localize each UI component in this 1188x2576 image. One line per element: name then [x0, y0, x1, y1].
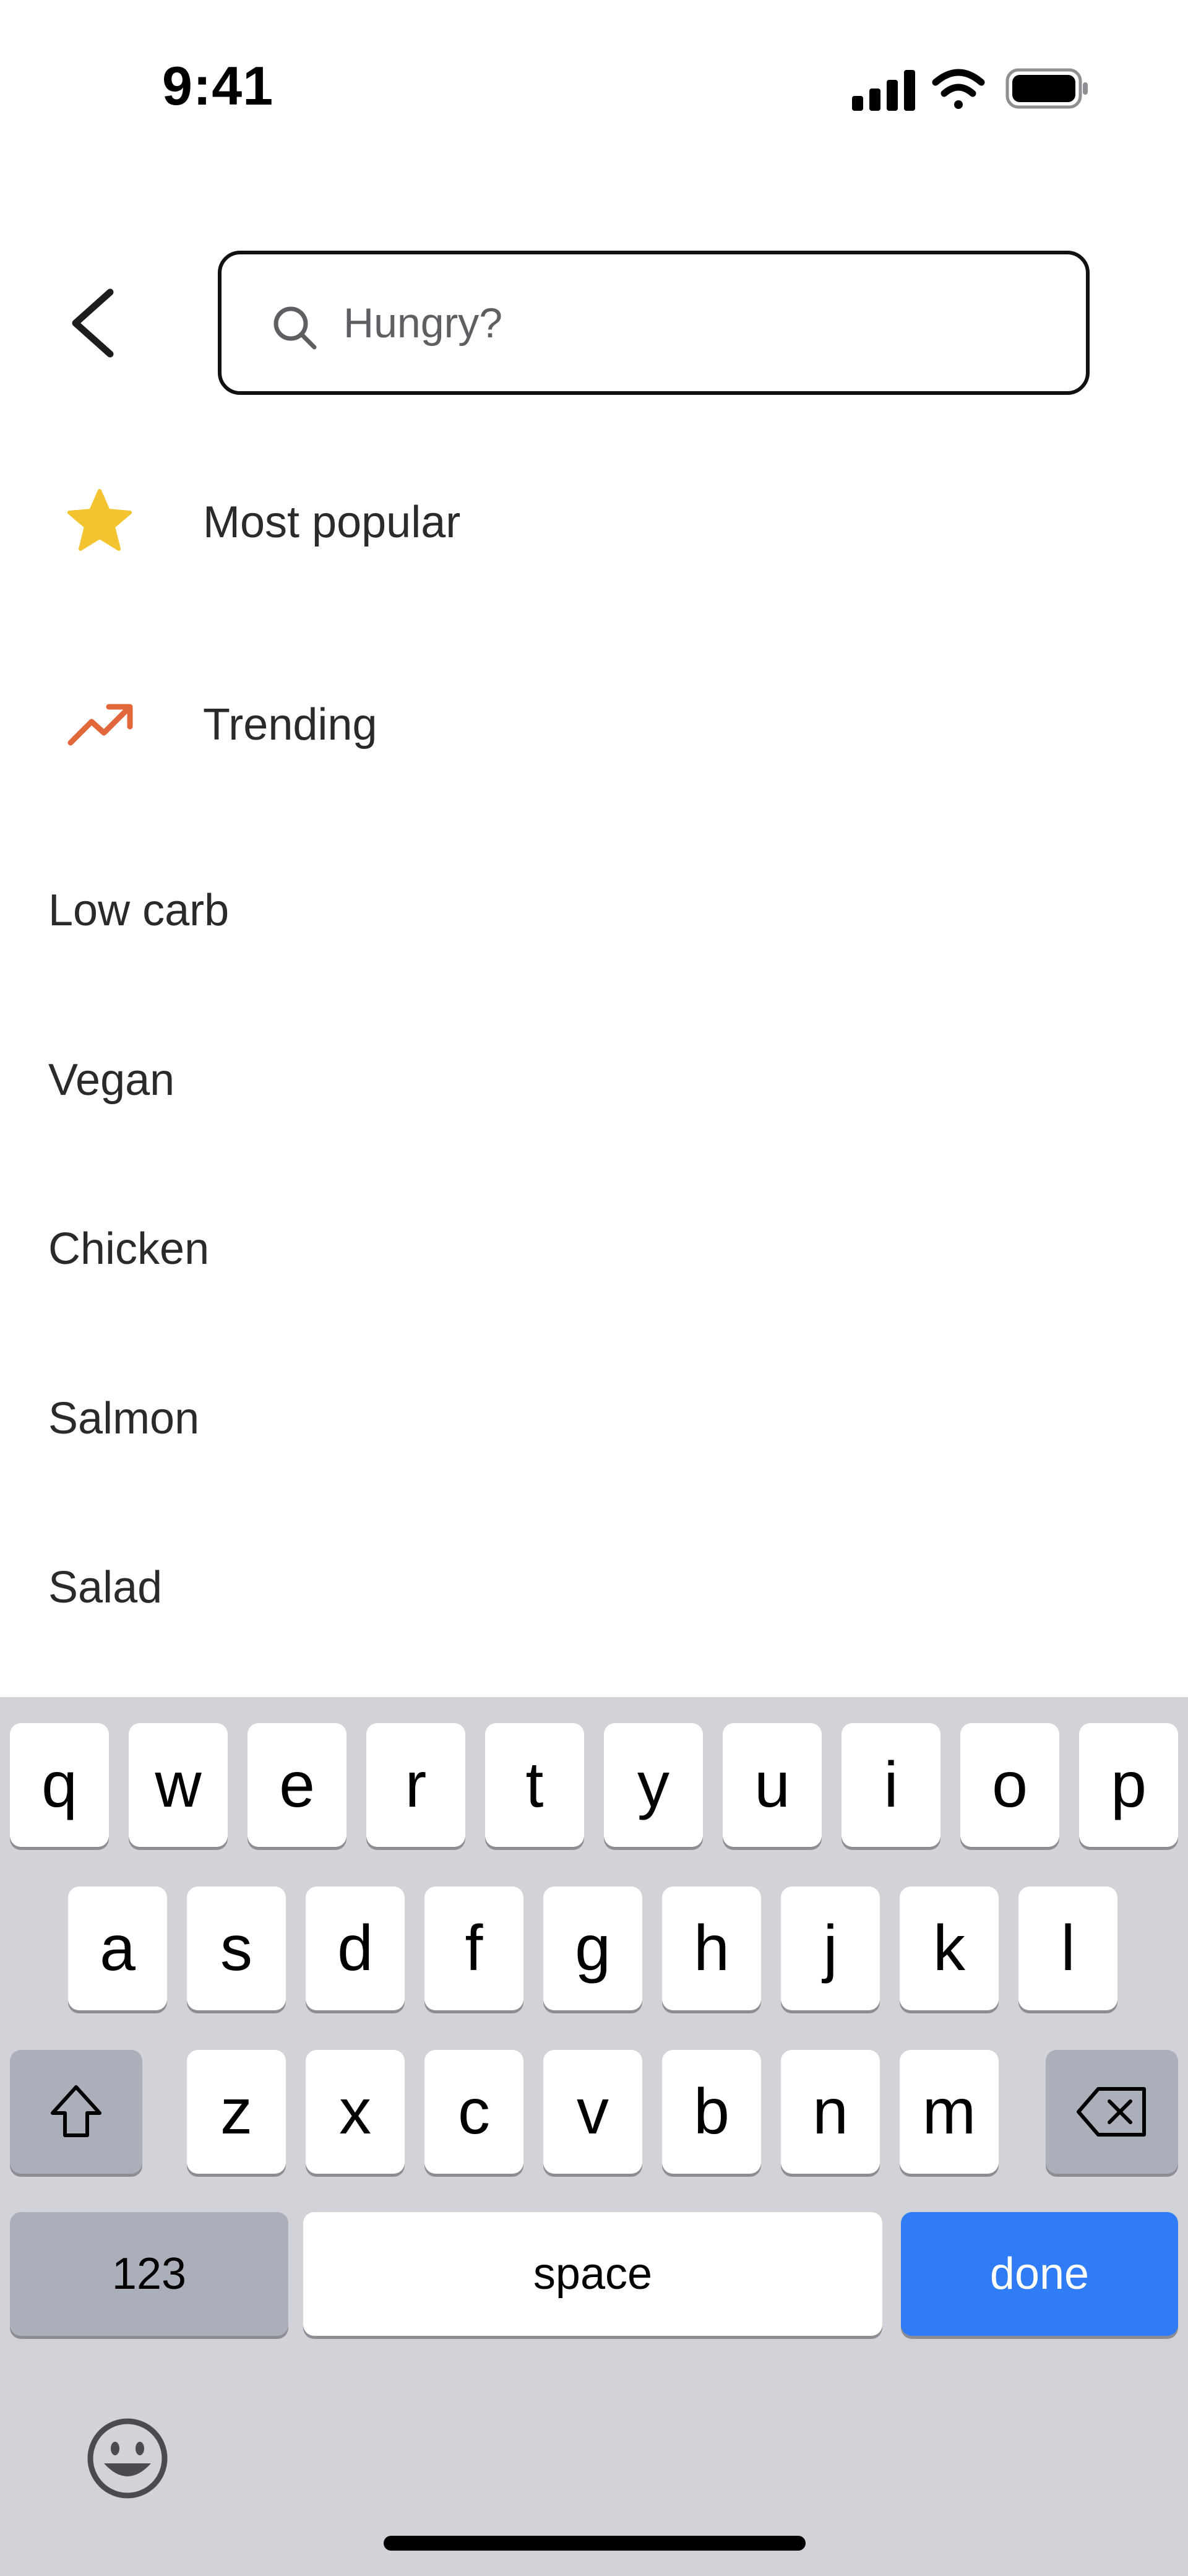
- key-k[interactable]: k: [900, 1887, 999, 2010]
- done-key[interactable]: done: [901, 2212, 1178, 2336]
- emoji-icon: [87, 2418, 168, 2499]
- star-icon: [67, 489, 132, 551]
- status-icons: [852, 68, 1088, 111]
- suggestion-label: Salad: [48, 1563, 163, 1612]
- suggestion-label: Trending: [203, 700, 377, 750]
- suggestion-salmon[interactable]: Salmon: [0, 1357, 1188, 1481]
- key-s[interactable]: s: [187, 1887, 286, 2010]
- wifi-icon: [932, 69, 985, 109]
- backspace-icon: [1077, 2087, 1146, 2137]
- key-y[interactable]: y: [604, 1723, 703, 1847]
- suggestion-label: Vegan: [48, 1055, 175, 1105]
- key-e[interactable]: e: [248, 1723, 346, 1847]
- suggestion-label: Salmon: [48, 1394, 200, 1443]
- suggestion-label: Most popular: [203, 498, 461, 547]
- key-u[interactable]: u: [723, 1723, 822, 1847]
- key-o[interactable]: o: [960, 1723, 1059, 1847]
- keyboard: q w e r t y u i o p a s d f g h j k l z …: [0, 1697, 1188, 2576]
- key-q[interactable]: q: [10, 1723, 109, 1847]
- key-p[interactable]: p: [1079, 1723, 1178, 1847]
- emoji-button[interactable]: [84, 2415, 171, 2502]
- key-b[interactable]: b: [662, 2050, 761, 2174]
- key-v[interactable]: v: [543, 2050, 642, 2174]
- key-c[interactable]: c: [424, 2050, 523, 2174]
- shift-icon: [51, 2085, 101, 2137]
- suggestion-chicken[interactable]: Chicken: [0, 1188, 1188, 1312]
- home-indicator: [384, 2536, 806, 2551]
- key-l[interactable]: l: [1018, 1887, 1117, 2010]
- key-g[interactable]: g: [543, 1887, 642, 2010]
- battery-icon: [1005, 68, 1088, 109]
- chevron-left-icon: [72, 288, 114, 358]
- key-f[interactable]: f: [424, 1887, 523, 2010]
- key-a[interactable]: a: [68, 1887, 167, 2010]
- key-n[interactable]: n: [781, 2050, 880, 2174]
- key-h[interactable]: h: [662, 1887, 761, 2010]
- key-d[interactable]: d: [306, 1887, 405, 2010]
- space-key[interactable]: space: [303, 2212, 882, 2336]
- search-box[interactable]: [218, 251, 1090, 395]
- suggestion-trending[interactable]: Trending: [0, 663, 1188, 787]
- back-button[interactable]: [62, 285, 121, 361]
- key-t[interactable]: t: [485, 1723, 584, 1847]
- status-time: 9:41: [162, 55, 274, 116]
- key-m[interactable]: m: [900, 2050, 999, 2174]
- key-z[interactable]: z: [187, 2050, 286, 2174]
- trending-up-icon: [67, 704, 133, 746]
- numbers-key[interactable]: 123: [10, 2212, 288, 2336]
- backspace-key[interactable]: [1046, 2050, 1178, 2174]
- suggestion-label: Chicken: [48, 1224, 210, 1274]
- suggestion-low-carb[interactable]: Low carb: [0, 849, 1188, 973]
- search-input[interactable]: [342, 285, 1056, 361]
- suggestion-vegan[interactable]: Vegan: [0, 1019, 1188, 1143]
- key-i[interactable]: i: [842, 1723, 940, 1847]
- shift-key[interactable]: [10, 2050, 142, 2174]
- search-icon: [273, 306, 317, 350]
- key-r[interactable]: r: [366, 1723, 465, 1847]
- key-w[interactable]: w: [129, 1723, 228, 1847]
- cellular-signal-icon: [852, 70, 915, 111]
- key-x[interactable]: x: [306, 2050, 405, 2174]
- suggestion-most-popular[interactable]: Most popular: [0, 461, 1188, 585]
- suggestion-label: Low carb: [48, 886, 230, 935]
- suggestion-salad[interactable]: Salad: [0, 1526, 1188, 1650]
- key-j[interactable]: j: [781, 1887, 880, 2010]
